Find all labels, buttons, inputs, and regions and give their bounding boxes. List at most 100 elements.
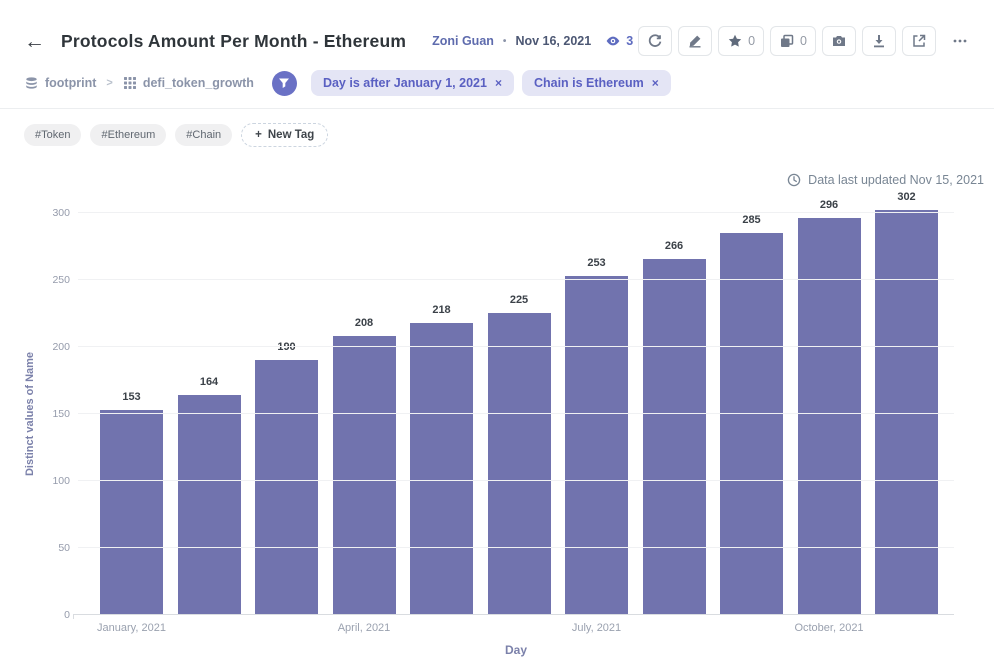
axis-tick-mark [73,615,74,619]
edit-button[interactable] [678,26,712,56]
bar-June, 2021[interactable] [488,313,551,615]
bar-value-label: 285 [742,214,760,226]
y-tick-label: 0 [64,609,70,621]
breadcrumb: footprint > defi_token_growth [24,76,254,91]
gridline [78,413,954,414]
gridline [78,480,954,481]
author-name[interactable]: Zoni Guan [432,34,494,48]
table-grid-icon [123,76,137,90]
filter-chip-day[interactable]: Day is after January 1, 2021 × [311,70,514,96]
bar-slot: 153January, 2021 [100,213,163,615]
subheader: footprint > defi_token_growth Day is aft… [0,56,994,108]
y-tick-label: 200 [52,341,70,353]
tag-token[interactable]: #Token [24,124,81,146]
plot-area: 153January, 2021 164 190 208April, 2021 218 2… [78,213,954,615]
bar-value-label: 208 [355,317,373,329]
bar-September, 2021[interactable] [720,233,783,615]
last-updated-text: Data last updated Nov 15, 2021 [808,173,984,187]
clone-count: 0 [800,34,807,48]
tags-row: #Token #Ethereum #Chain + New Tag [0,109,994,151]
bar-October, 2021[interactable] [798,218,861,615]
bar-slot: 266 [643,213,706,615]
bar-value-label: 164 [200,376,218,388]
page-title: Protocols Amount Per Month - Ethereum [61,31,406,52]
favorite-button[interactable]: 0 [718,26,764,56]
database-icon [24,76,39,91]
bar-value-label: 296 [820,199,838,211]
filter-chip-chain-label: Chain is Ethereum [534,76,644,90]
bar-slot: 253July, 2021 [565,213,628,615]
clone-button[interactable]: 0 [770,26,816,56]
breadcrumb-database[interactable]: footprint [45,76,96,90]
plus-icon: + [255,129,262,141]
filter-chip-chain-close-icon[interactable]: × [652,77,659,89]
created-date: Nov 16, 2021 [515,34,591,48]
x-tick-label: October, 2021 [794,622,863,634]
gridline [78,212,954,213]
favorite-count: 0 [748,34,755,48]
toolbar: 0 0 [638,26,978,56]
bar-slot: 302 [875,213,938,615]
bar-chart: Distinct values of Name 0501001502002503… [22,213,954,615]
clock-icon [787,173,801,187]
bar-slot: 225 [488,213,551,615]
gridline [78,279,954,280]
new-tag-label: New Tag [268,129,314,141]
bar-value-label: 190 [277,341,295,353]
header: ← Protocols Amount Per Month - Ethereum … [0,0,994,56]
new-tag-button[interactable]: + New Tag [241,123,328,147]
x-tick-label: July, 2021 [572,622,621,634]
x-tick-label: January, 2021 [97,622,166,634]
breadcrumb-table[interactable]: defi_token_growth [143,76,254,90]
bar-August, 2021[interactable] [643,259,706,615]
eye-icon [605,33,621,49]
status-row: Data last updated Nov 15, 2021 [0,151,994,187]
bar-February, 2021[interactable] [178,395,241,615]
y-axis-title: Distinct values of Name [22,213,38,615]
y-axis-ticks: 050100150200250300 [38,213,78,615]
bar-slot: 218 [410,213,473,615]
refresh-button[interactable] [638,26,672,56]
y-tick-label: 250 [52,274,70,286]
bar-slot: 208April, 2021 [333,213,396,615]
y-tick-label: 150 [52,408,70,420]
download-button[interactable] [862,26,896,56]
bar-value-label: 218 [432,304,450,316]
bar-value-label: 225 [510,294,528,306]
bar-slot: 190 [255,213,318,615]
more-options-button[interactable] [942,26,978,56]
y-tick-label: 300 [52,207,70,219]
bar-value-label: 266 [665,240,683,252]
bar-January, 2021[interactable] [100,410,163,615]
breadcrumb-separator: > [106,77,112,89]
filter-funnel-button[interactable] [272,71,297,96]
tag-chain[interactable]: #Chain [175,124,232,146]
filter-chip-day-close-icon[interactable]: × [495,77,502,89]
share-button[interactable] [902,26,936,56]
tag-ethereum[interactable]: #Ethereum [90,124,166,146]
filter-chip-day-label: Day is after January 1, 2021 [323,76,487,90]
meta-info: Zoni Guan • Nov 16, 2021 [432,34,591,48]
view-count-value: 3 [626,34,633,48]
x-axis-title: Day [78,643,954,657]
x-axis-line [73,614,954,615]
bar-July, 2021[interactable] [565,276,628,615]
y-tick-label: 50 [58,542,70,554]
bar-value-label: 253 [587,257,605,269]
view-count: 3 [605,33,633,49]
filter-chip-chain[interactable]: Chain is Ethereum × [522,70,671,96]
snapshot-button[interactable] [822,26,856,56]
gridline [78,346,954,347]
back-button[interactable]: ← [24,31,45,52]
bar-slot: 164 [178,213,241,615]
x-tick-label: April, 2021 [338,622,391,634]
bar-value-label: 302 [897,191,915,203]
bar-slot: 296October, 2021 [798,213,861,615]
bar-March, 2021[interactable] [255,360,318,615]
dot-separator: • [503,36,507,47]
bar-April, 2021[interactable] [333,336,396,615]
y-tick-label: 100 [52,475,70,487]
bars-container: 153January, 2021 164 190 208April, 2021 218 2… [78,213,954,615]
gridline [78,547,954,548]
bar-May, 2021[interactable] [410,323,473,615]
